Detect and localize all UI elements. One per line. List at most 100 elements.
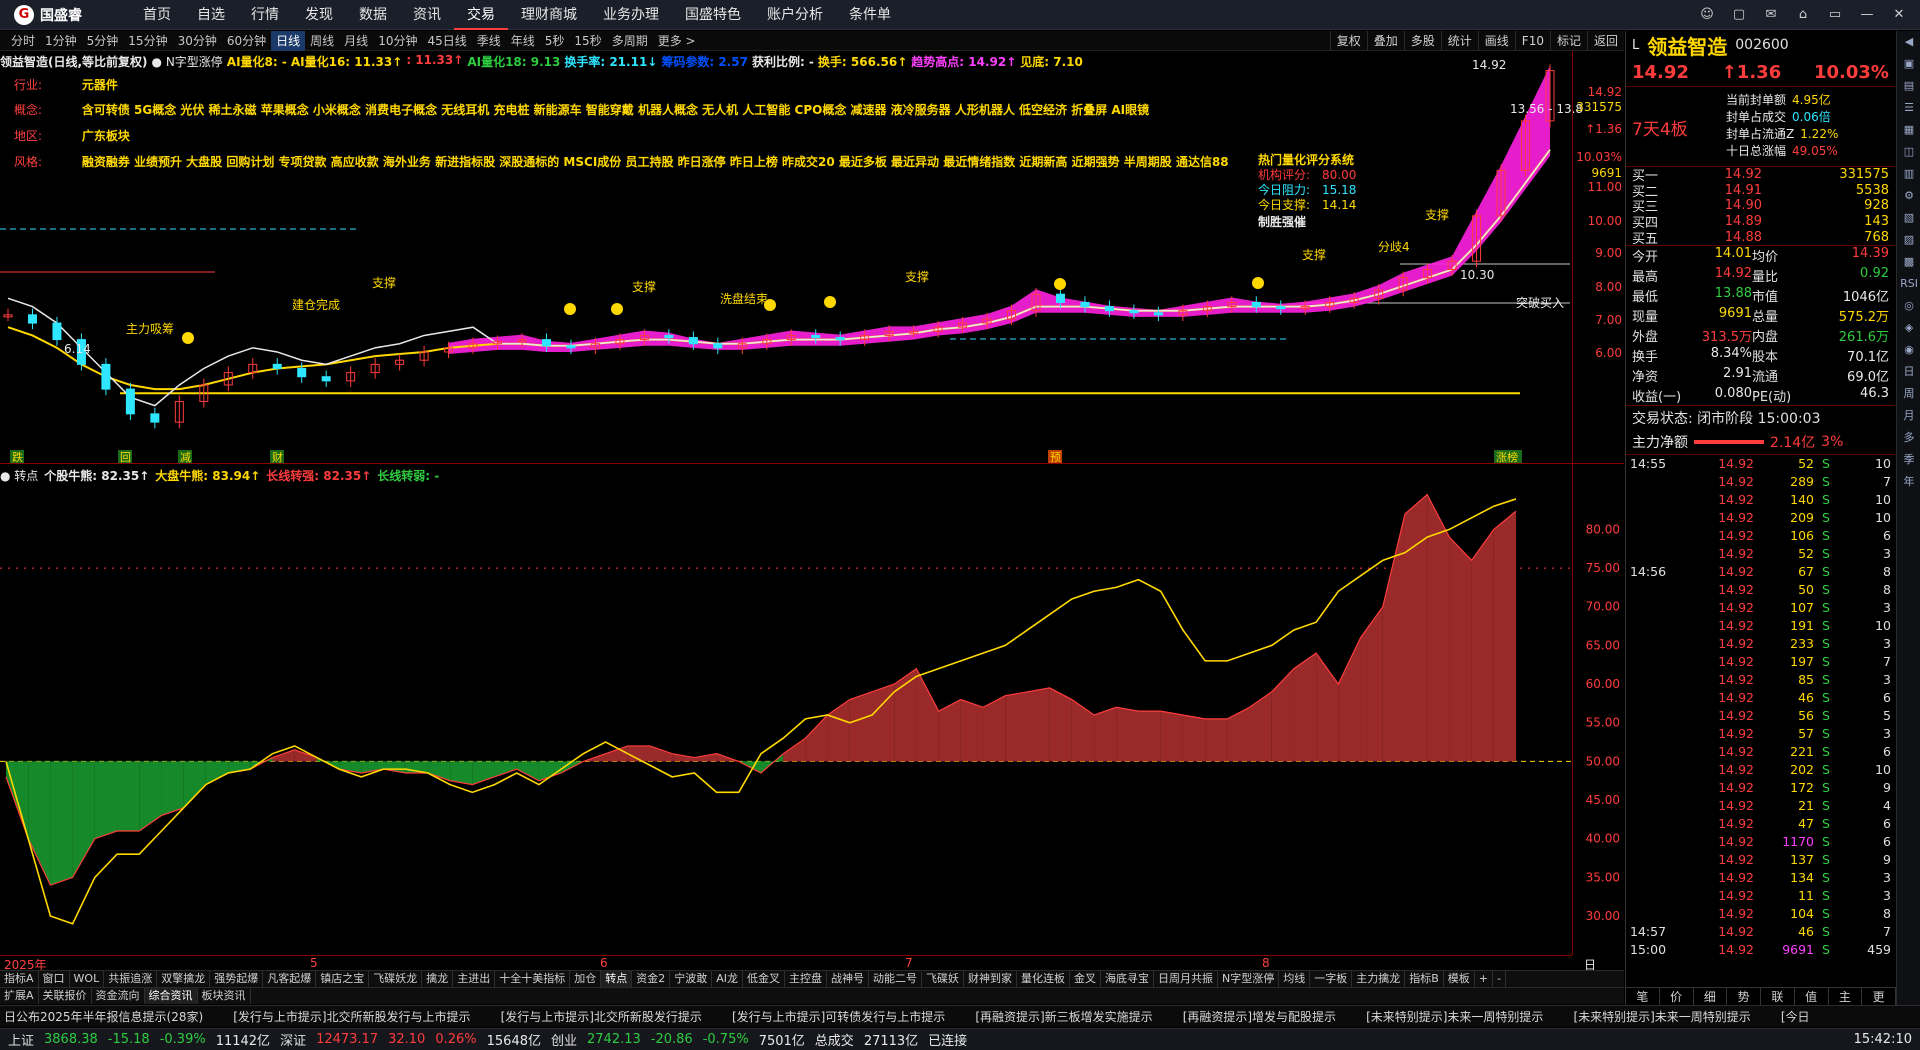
menu-item[interactable]: 行情 xyxy=(238,0,292,30)
indicator-tab[interactable]: AI龙 xyxy=(712,971,743,987)
index-name[interactable]: 创业 xyxy=(551,1030,577,1049)
window-button-icon[interactable]: ✕ xyxy=(1888,4,1910,26)
period-tab[interactable]: 年线 xyxy=(506,31,540,51)
period-tab[interactable]: 10分钟 xyxy=(373,31,422,51)
indicator-tab[interactable]: 十全十美指标 xyxy=(495,971,571,987)
menu-item[interactable]: 数据 xyxy=(346,0,400,30)
bottom-tab[interactable]: 板块资讯 xyxy=(198,988,251,1004)
menu-item[interactable]: 交易 xyxy=(454,0,508,30)
menu-item[interactable]: 理财商城 xyxy=(508,0,590,30)
sidebar-tool-icon[interactable]: ◫ xyxy=(1897,141,1920,163)
sidebar-tool-icon[interactable]: ▧ xyxy=(1897,207,1920,229)
sidebar-tool-icon[interactable]: ▤ xyxy=(1897,75,1920,97)
period-tab[interactable]: 日线 xyxy=(271,30,306,51)
indicator-tab[interactable]: 低金叉 xyxy=(743,971,785,987)
sidebar-tool-icon[interactable]: ◉ xyxy=(1897,339,1920,361)
menu-item[interactable]: 国盛特色 xyxy=(672,0,754,30)
chart-tool-button[interactable]: 统计 xyxy=(1440,31,1478,51)
chart-tool-button[interactable]: 标记 xyxy=(1549,31,1587,51)
sidebar-tool-icon[interactable]: 日 xyxy=(1897,361,1920,383)
window-button-icon[interactable]: ☺ xyxy=(1696,4,1718,26)
menu-item[interactable]: 条件单 xyxy=(836,0,904,30)
indicator-tab[interactable]: 财神到家 xyxy=(964,971,1017,987)
indicator-tab[interactable]: 均线 xyxy=(1279,971,1311,987)
period-tab[interactable]: 60分钟 xyxy=(222,31,271,51)
index-name[interactable]: 上证 xyxy=(8,1030,34,1049)
window-button-icon[interactable]: — xyxy=(1856,4,1878,26)
period-tab[interactable]: 15秒 xyxy=(569,31,606,51)
news-item[interactable]: [未来特别提示]未来一周特别提示 xyxy=(1573,1008,1750,1025)
period-tab[interactable]: 30分钟 xyxy=(173,31,222,51)
period-tab[interactable]: 周线 xyxy=(305,31,339,51)
indicator-tab[interactable]: N字型涨停 xyxy=(1218,971,1280,987)
menu-item[interactable]: 账户分析 xyxy=(754,0,836,30)
news-item[interactable]: 日公布2025年半年报信息提示(28家) xyxy=(4,1008,203,1025)
sub-indicator-name[interactable]: ● 转点 xyxy=(0,467,38,484)
quote-tab-button[interactable]: 笔 xyxy=(1626,988,1660,1005)
sidebar-tool-icon[interactable]: ◀ xyxy=(1897,31,1920,53)
chart-tool-button[interactable]: 多股 xyxy=(1403,31,1441,51)
period-tab[interactable]: 月线 xyxy=(339,31,373,51)
news-item[interactable]: [今日 xyxy=(1781,1008,1810,1025)
news-item[interactable]: [发行与上市提示]北交所新股发行与上市提示 xyxy=(233,1008,470,1025)
news-item[interactable]: [未来特别提示]未来一周特别提示 xyxy=(1366,1008,1543,1025)
indicator-tab[interactable]: 主控盘 xyxy=(785,971,827,987)
quote-tab-button[interactable]: 更 xyxy=(1862,988,1896,1005)
indicator-chart[interactable]: 80.00 75.00 70.00 65.00 60.00 55.00 50.00 45.00… xyxy=(0,465,1624,955)
sidebar-tool-icon[interactable]: 月 xyxy=(1897,405,1920,427)
indicator-tab[interactable]: 模板 xyxy=(1444,971,1475,987)
bottom-tab[interactable]: 综合资讯 xyxy=(144,988,198,1004)
sidebar-tool-icon[interactable]: ▣ xyxy=(1897,53,1920,75)
news-item[interactable]: [再融资提示]新三板增发实施提示 xyxy=(975,1008,1152,1025)
sidebar-tool-icon[interactable]: 多 xyxy=(1897,427,1920,449)
news-item[interactable]: [再融资提示]增发与配股提示 xyxy=(1183,1008,1336,1025)
sidebar-tool-icon[interactable]: ◎ xyxy=(1897,295,1920,317)
stock-name[interactable]: 领益智造 xyxy=(1647,31,1727,60)
indicator-tab[interactable]: 窗口 xyxy=(39,971,70,987)
quote-tab-button[interactable]: 势 xyxy=(1727,988,1761,1005)
menu-item[interactable]: 业务办理 xyxy=(590,0,672,30)
menu-item[interactable]: 发现 xyxy=(292,0,346,30)
menu-item[interactable]: 资讯 xyxy=(400,0,454,30)
window-button-icon[interactable]: ▭ xyxy=(1824,4,1846,26)
indicator-tab[interactable]: 强势起爆 xyxy=(210,971,264,987)
indicator-tab[interactable]: 动能二号 xyxy=(869,971,922,987)
indicator-tab[interactable]: 海底寻宝 xyxy=(1101,971,1154,987)
order-book-row[interactable]: 买五 14.88 768 xyxy=(1626,229,1895,247)
window-button-icon[interactable]: ✉ xyxy=(1760,4,1782,26)
sidebar-tool-icon[interactable]: 季 xyxy=(1897,449,1920,471)
menu-item[interactable]: 首页 xyxy=(130,0,184,30)
chart-tool-button[interactable]: 复权 xyxy=(1329,31,1367,51)
sidebar-tool-icon[interactable]: ▥ xyxy=(1897,163,1920,185)
chart-tool-button[interactable]: 返回 xyxy=(1586,31,1624,51)
window-button-icon[interactable]: ⌂ xyxy=(1792,4,1814,26)
indicator-chart-area[interactable]: 80.00 75.00 70.00 65.00 60.00 55.00 50.00 45.00… xyxy=(0,465,1624,955)
tick-list[interactable]: 14:55 14.92 52 S 10 14.92 289 S 7 14.92 140 S 10 14.9… xyxy=(1626,455,1895,959)
news-item[interactable]: [发行与上市提示]北交所新股发行提示 xyxy=(501,1008,702,1025)
chart-tool-button[interactable]: 画线 xyxy=(1477,31,1515,51)
window-button-icon[interactable]: ▢ xyxy=(1728,4,1750,26)
indicator-tab[interactable]: 主力擒龙 xyxy=(1352,971,1406,987)
indicator-formula[interactable]: ● N字型涨停 xyxy=(152,53,223,69)
indicator-tab[interactable]: 双擎擒龙 xyxy=(157,971,211,987)
sidebar-tool-icon[interactable]: 周 xyxy=(1897,383,1920,405)
sidebar-tool-icon[interactable]: ▩ xyxy=(1897,251,1920,273)
quote-tab-button[interactable]: 值 xyxy=(1795,988,1829,1005)
indicator-tab[interactable]: 镇店之宝 xyxy=(316,971,370,987)
indicator-tab[interactable]: WOL xyxy=(70,971,105,987)
indicator-tab[interactable]: 指标B xyxy=(1405,971,1444,987)
period-tab[interactable]: 分时 xyxy=(6,31,40,51)
quote-tab-button[interactable]: 主 xyxy=(1829,988,1863,1005)
indicator-tab[interactable]: - xyxy=(1493,971,1506,987)
quote-tab-button[interactable]: 联 xyxy=(1761,988,1795,1005)
index-name[interactable]: 深证 xyxy=(280,1030,306,1049)
indicator-tab[interactable]: 宁波敢 xyxy=(670,971,713,987)
indicator-tab[interactable]: 战神号 xyxy=(827,971,869,987)
indicator-tab[interactable]: 飞碟妖 xyxy=(922,971,964,987)
period-tab[interactable]: 15分钟 xyxy=(123,31,172,51)
period-tab[interactable]: 45日线 xyxy=(422,31,471,51)
indicator-tab[interactable]: 飞碟妖龙 xyxy=(369,971,423,987)
app-logo[interactable]: G 国盛睿 xyxy=(0,0,130,30)
chart-tool-button[interactable]: 叠加 xyxy=(1366,31,1404,51)
bottom-tab[interactable]: 扩展A xyxy=(0,988,39,1004)
